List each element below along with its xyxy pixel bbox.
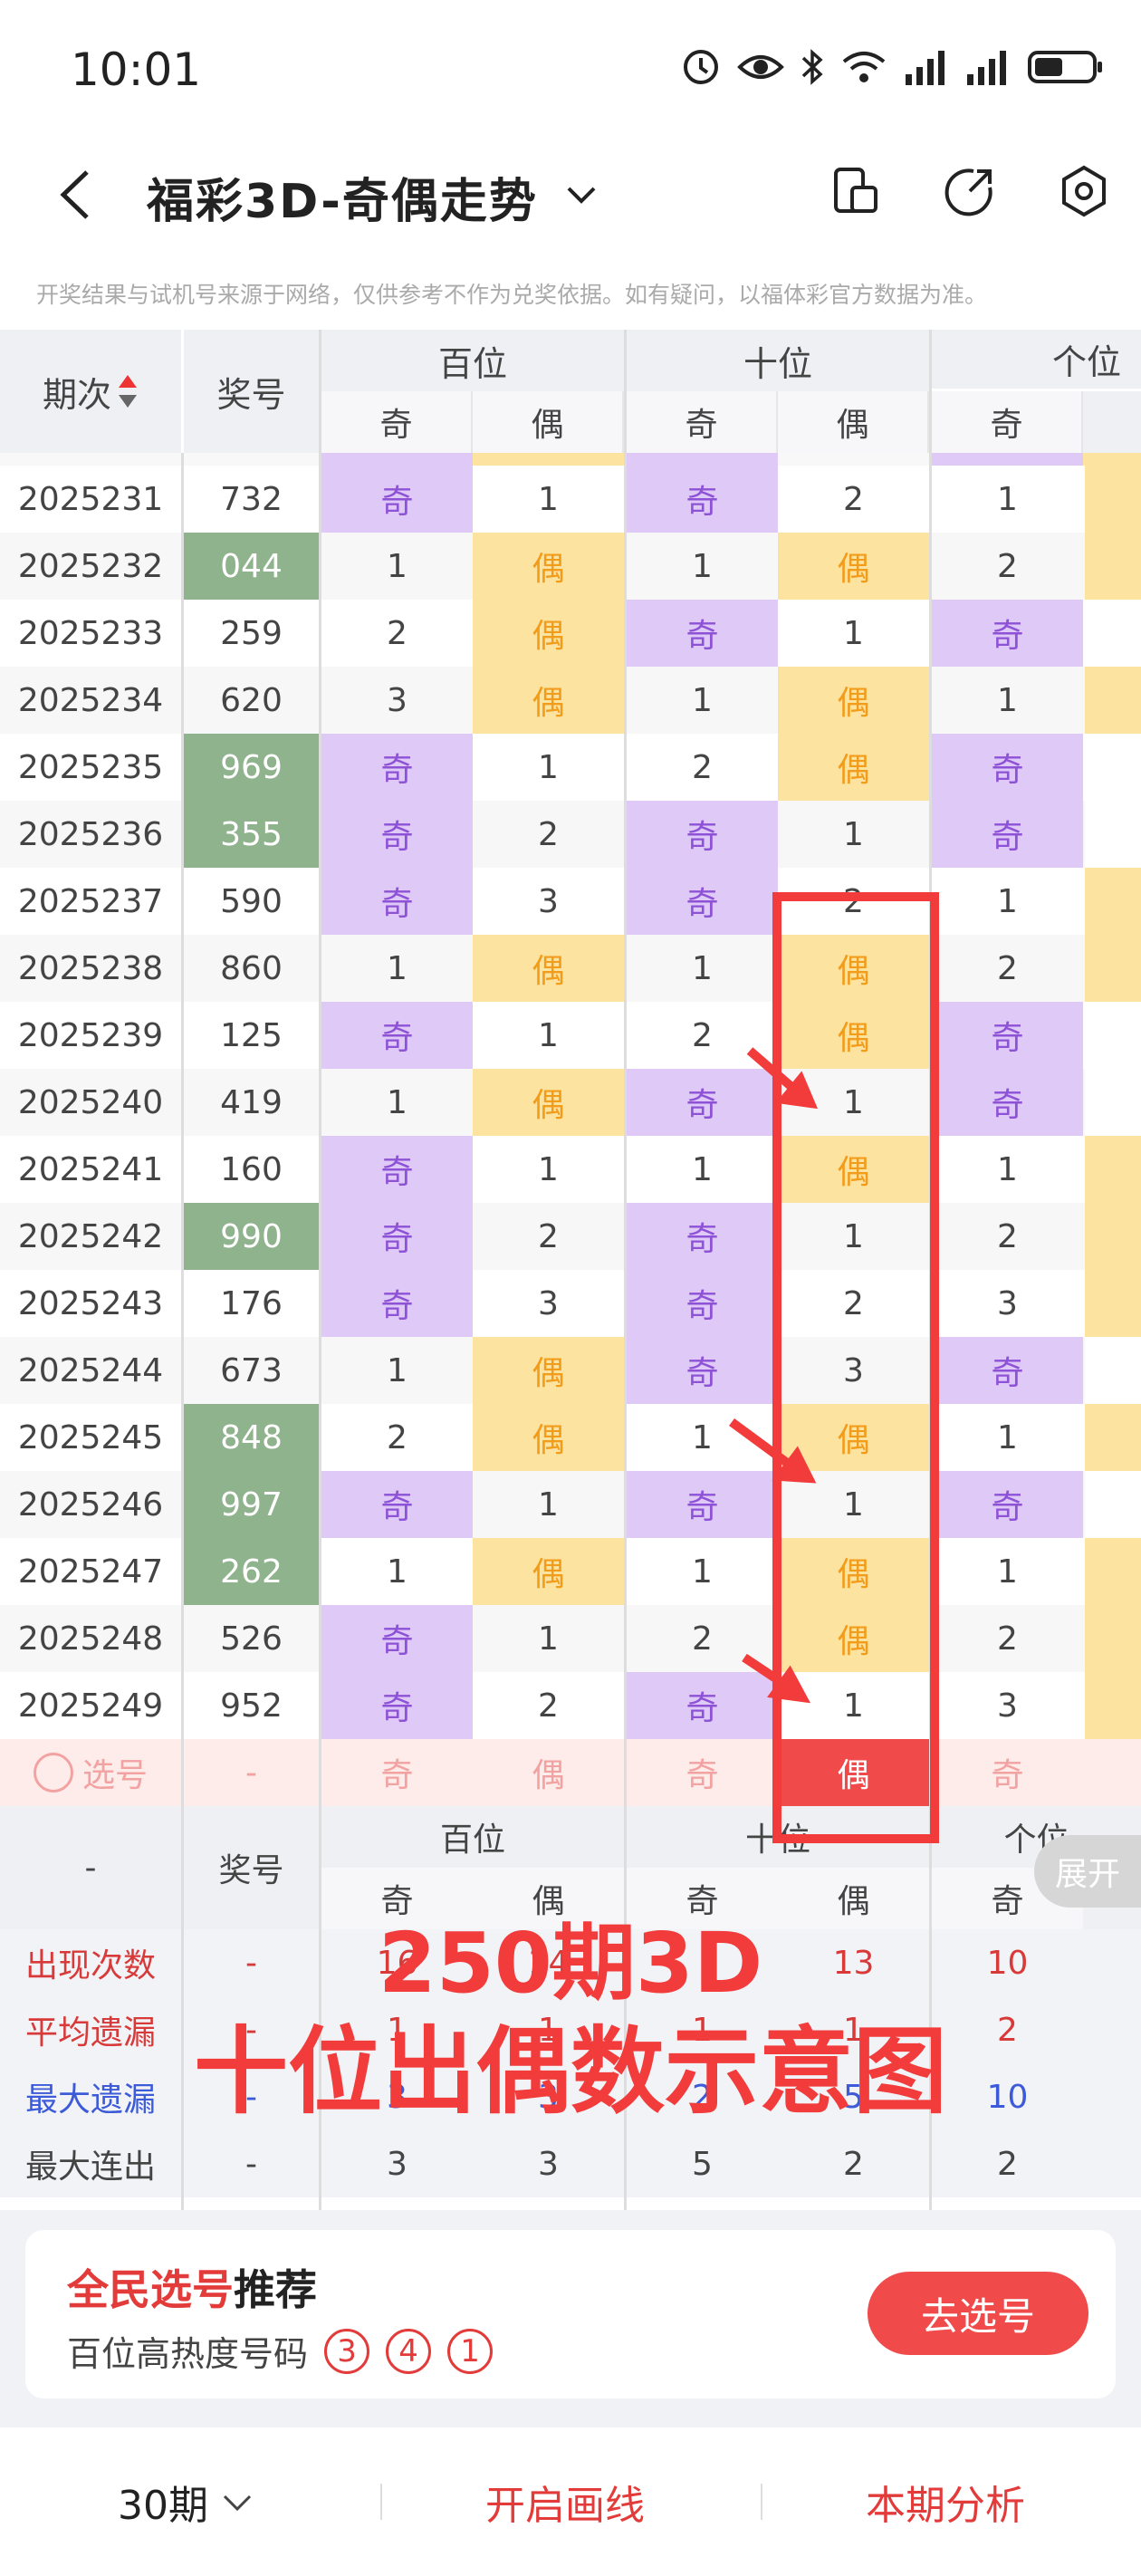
hot-number-ball: 3 [324, 2328, 370, 2374]
recommend-title-black: 推荐 [234, 2265, 317, 2314]
caption-line-1: 250期3D [378, 1915, 763, 2012]
bottom-toolbar: 30期 开启画线 本期分析 [0, 2427, 1141, 2576]
analysis-button[interactable]: 本期分析 [866, 2473, 1025, 2531]
recommend-title-red: 全民选号 [67, 2265, 234, 2314]
divider [761, 2484, 762, 2520]
hot-number-ball: 4 [386, 2328, 432, 2374]
annotation-overlay [729, 892, 939, 1843]
period-count-label: 30期 [118, 2483, 208, 2529]
chevron-down-icon [223, 2494, 252, 2512]
divider [380, 2484, 382, 2520]
expand-button[interactable]: 展开 [1034, 1835, 1141, 1908]
annotation-caption: 250期3D 十位出偶数示意图 [0, 1915, 1141, 2127]
draw-lines-button[interactable]: 开启画线 [485, 2473, 645, 2531]
period-count-selector[interactable]: 30期 [118, 2473, 254, 2531]
recommend-title: 全民选号推荐 [67, 2257, 317, 2317]
recommend-card: 全民选号推荐 百位高热度号码 3 4 1 去选号 [25, 2230, 1116, 2398]
caption-line-2: 十位出偶数示意图 [193, 2016, 947, 2127]
arrow-icon [729, 1047, 819, 1704]
hot-number-ball: 1 [447, 2328, 494, 2374]
recommend-subtitle-row: 百位高热度号码 3 4 1 [67, 2326, 494, 2376]
recommend-subtitle: 百位高热度号码 [67, 2334, 309, 2374]
go-select-button[interactable]: 去选号 [868, 2272, 1088, 2355]
